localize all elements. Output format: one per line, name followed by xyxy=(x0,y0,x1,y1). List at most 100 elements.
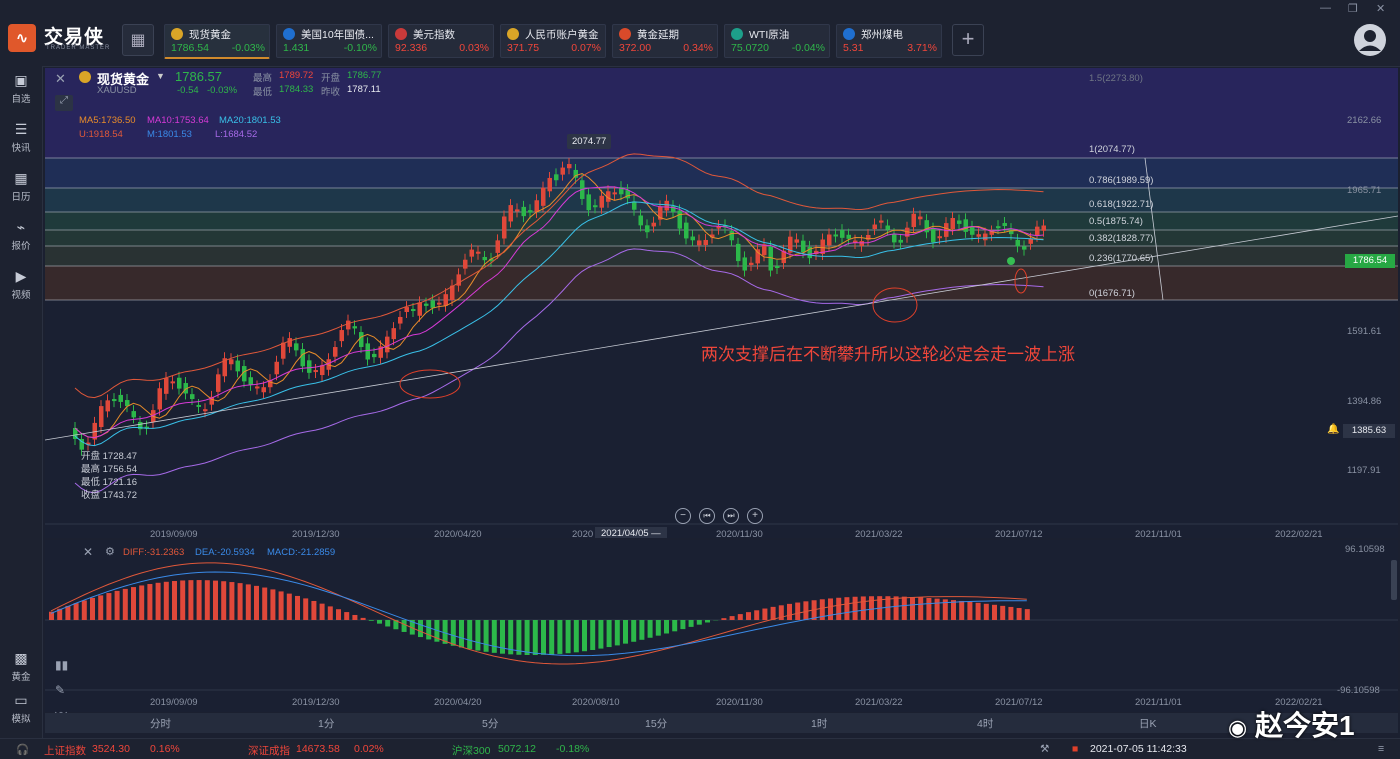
draw-pen-icon[interactable]: ✎ xyxy=(55,683,65,697)
trend-icon: ⌁ xyxy=(0,219,42,236)
quote-tab[interactable]: 人民币账户黄金 371.75 0.07% xyxy=(500,24,606,58)
macd-histogram-bar xyxy=(90,598,95,620)
quote-tab[interactable]: 黄金延期 372.00 0.34% xyxy=(612,24,718,58)
sidebar-item-label: 日历 xyxy=(11,192,30,203)
candle-body xyxy=(236,361,241,372)
tools-icon[interactable]: ⚒ xyxy=(1040,743,1049,755)
expand-icon[interactable]: ⤢ xyxy=(55,95,73,111)
date-axis-label: 2021/03/22 xyxy=(855,529,903,538)
timeframe-tab[interactable]: 1分 xyxy=(318,716,334,731)
bell-icon[interactable]: 🔔 xyxy=(1327,424,1339,435)
layout-grid-button[interactable]: ▦ xyxy=(122,24,154,56)
candle-body xyxy=(340,330,345,341)
scroll-end-button[interactable]: ⏭ xyxy=(723,508,739,524)
current-datetime: 2021-07-05 11:42:33 xyxy=(1090,743,1187,755)
close-macd-icon[interactable]: ✕ xyxy=(83,545,93,559)
macd-histogram-bar xyxy=(951,600,956,620)
sidebar-item[interactable]: ▭模拟 xyxy=(0,692,42,725)
candle-body xyxy=(834,234,839,236)
alert-price-tag[interactable]: 1385.63 xyxy=(1343,424,1395,438)
macd-date-axis-label: 2021/03/22 xyxy=(855,697,903,708)
add-tab-button[interactable]: + xyxy=(952,24,984,56)
timeframe-tab[interactable]: 4时 xyxy=(977,716,993,731)
price-axis-label: 1394.86 xyxy=(1347,396,1381,407)
zoom-out-button[interactable]: − xyxy=(675,508,691,524)
macd-histogram-bar xyxy=(967,602,972,620)
sh-index-label[interactable]: 上证指数 xyxy=(44,743,86,758)
symbol-dropdown-icon[interactable]: ▼ xyxy=(156,71,165,81)
news-icon: ☰ xyxy=(0,121,42,138)
close-window-icon[interactable]: ✕ xyxy=(1376,2,1385,15)
timeframe-tab[interactable]: 日K xyxy=(1139,716,1157,731)
current-price-tag: 1786.54 xyxy=(1345,254,1395,268)
user-icon xyxy=(1354,24,1386,56)
candle-body xyxy=(554,174,559,180)
indicator-icon[interactable]: ▮▮ xyxy=(55,658,68,672)
timeframe-tab[interactable]: 15分 xyxy=(645,716,667,731)
prev-close-label: 昨收 xyxy=(321,84,340,98)
zoom-in-button[interactable]: + xyxy=(747,508,763,524)
macd-histogram-bar xyxy=(648,620,653,638)
bar-chart-icon xyxy=(843,28,855,40)
candle-body xyxy=(970,227,975,235)
prev-close-value: 1787.11 xyxy=(347,84,381,95)
candle-body xyxy=(918,217,923,220)
macd-histogram-bar xyxy=(787,604,792,620)
settings-icon[interactable]: ⚙ xyxy=(105,545,115,558)
macd-histogram-bar xyxy=(82,600,87,620)
macd-histogram-bar xyxy=(98,595,103,620)
quote-tab-change: 0.34% xyxy=(683,42,713,54)
minimize-icon[interactable]: — xyxy=(1320,2,1331,14)
quote-tab-change: -0.04% xyxy=(792,42,825,54)
macd-histogram-bar xyxy=(689,620,694,627)
macd-panel[interactable]: ✕ ⚙ DIFF:-31.2363 DEA:-20.5934 MACD:-21.… xyxy=(45,540,1398,712)
quote-tab[interactable]: 现货黄金 1786.54 -0.03% xyxy=(164,24,270,59)
price-chart-panel[interactable]: ✕ ⤢ 现货黄金 ▼ XAUUSD 1786.57 -0.54 -0.03% 最… xyxy=(45,68,1398,538)
candle-body xyxy=(775,266,780,268)
quote-tab[interactable]: 美元指数 92.336 0.03% xyxy=(388,24,494,58)
sz-index-label[interactable]: 深证成指 xyxy=(248,743,290,758)
candle-body xyxy=(418,302,423,315)
close-chart-icon[interactable]: ✕ xyxy=(55,71,66,87)
macd-histogram-bar xyxy=(754,610,759,620)
macd-histogram-bar xyxy=(246,584,251,620)
candle-body xyxy=(691,237,696,241)
candle-body xyxy=(164,378,169,394)
timeframe-tab[interactable]: 5分 xyxy=(482,716,498,731)
headset-icon[interactable]: 🎧 xyxy=(16,743,29,756)
candle-body xyxy=(437,303,442,305)
boll-lower-legend: L:1684.52 xyxy=(215,129,257,140)
sidebar-item[interactable]: ☰快讯 xyxy=(0,121,42,154)
sidebar-item[interactable]: ▩黄金 xyxy=(0,650,42,683)
macd-scroll-handle[interactable] xyxy=(1391,560,1397,600)
restore-icon[interactable]: ❐ xyxy=(1348,2,1358,15)
fib-band xyxy=(45,188,1398,212)
macd-chart[interactable] xyxy=(45,540,1398,712)
menu-icon[interactable]: ≡ xyxy=(1378,743,1384,755)
scroll-start-button[interactable]: ⏮ xyxy=(699,508,715,524)
sidebar-item[interactable]: ▦日历 xyxy=(0,170,42,203)
candle-body xyxy=(879,221,884,223)
candle-body xyxy=(1035,227,1040,236)
timeframe-tab[interactable]: 1时 xyxy=(811,716,827,731)
quote-tab[interactable]: 美国10年国债... 1.431 -0.10% xyxy=(276,24,382,58)
macd-histogram-bar xyxy=(106,593,111,620)
macd-histogram-bar xyxy=(721,618,726,620)
candle-body xyxy=(476,252,481,254)
open-label: 开盘 xyxy=(321,70,340,84)
candle-body xyxy=(275,362,280,375)
fib-level-label: 0.382(1828.77) xyxy=(1089,233,1153,244)
hs300-label[interactable]: 沪深300 xyxy=(452,743,491,758)
user-avatar[interactable] xyxy=(1354,24,1386,56)
quote-tab[interactable]: 郑州煤电 5.31 3.71% xyxy=(836,24,942,58)
macd-histogram-bar xyxy=(123,589,128,620)
macd-histogram-bar xyxy=(566,620,571,653)
timeframe-tab[interactable]: 分时 xyxy=(150,716,171,731)
quote-tab[interactable]: WTI原油 75.0720 -0.04% xyxy=(724,24,830,58)
sidebar-item[interactable]: ▣自选 xyxy=(0,72,42,105)
candle-body xyxy=(632,201,637,209)
candle-body xyxy=(262,387,267,392)
candle-body xyxy=(255,386,260,388)
sidebar-item[interactable]: ▶视频 xyxy=(0,268,42,301)
sidebar-item[interactable]: ⌁报价 xyxy=(0,219,42,252)
